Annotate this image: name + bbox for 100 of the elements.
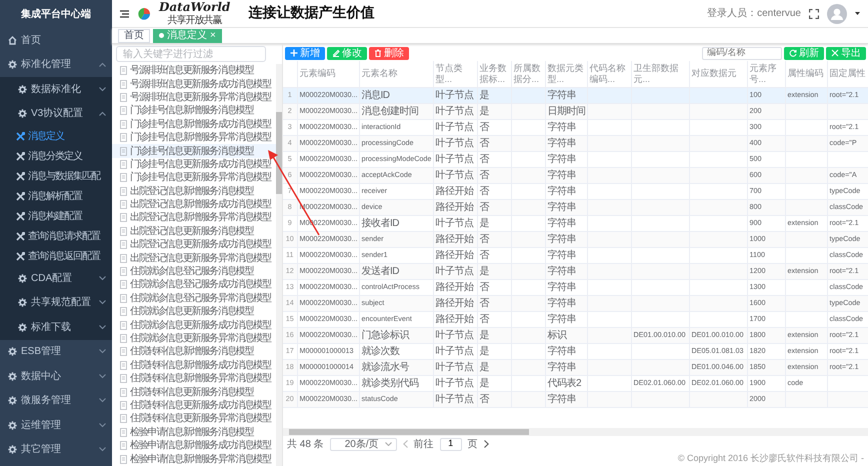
tree-item[interactable]: 住院转科信息更新服务异常消息模型 <box>112 412 276 426</box>
table-cell: 叶子节点 <box>433 375 477 391</box>
column-header[interactable]: 元素名称 <box>359 61 433 87</box>
column-header[interactable]: 元素序号... <box>747 61 785 87</box>
menu-item[interactable]: V3协议配置 <box>0 102 112 126</box>
document-icon <box>120 133 127 142</box>
column-header[interactable]: 对应数据元 <box>689 61 747 87</box>
logo-subtitle: 共享开放共赢 <box>168 16 222 26</box>
document-icon <box>120 200 127 210</box>
tree-item[interactable]: 门诊挂号信息更新服务异常消息模型 <box>112 171 276 185</box>
table-cell: 否 <box>477 311 511 327</box>
tree-item[interactable]: 检验申请信息新增服务消息模型 <box>112 426 276 439</box>
menu-item[interactable]: ESB管理 <box>0 340 112 364</box>
next-page-icon[interactable] <box>484 440 489 448</box>
logo-title: DataWorld <box>159 1 230 14</box>
tree-item[interactable]: 检验申请信息新增服务异常消息模型 <box>112 452 276 466</box>
column-header[interactable]: 所属数据分... <box>511 61 545 87</box>
tree-item[interactable]: 住院就诊信息更新服务消息模型 <box>112 305 276 318</box>
tree-item[interactable]: 门诊挂号信息更新服务消息模型 <box>112 144 276 158</box>
document-icon <box>120 254 127 263</box>
pencil-icon <box>332 49 340 57</box>
document-icon <box>120 267 127 276</box>
scrollbar[interactable] <box>276 64 282 466</box>
column-header[interactable]: 属性编码 <box>785 61 827 87</box>
tree-item[interactable]: 住院就诊信息登记服务消息模型 <box>112 264 276 278</box>
tree-item[interactable]: 住院就诊信息更新服务异常消息模型 <box>112 332 276 346</box>
tree-item[interactable]: 出院登记信息更新服务消息模型 <box>112 224 276 238</box>
table-cell: 否 <box>477 151 511 167</box>
previous-page-icon[interactable] <box>402 440 408 448</box>
tools-icon <box>16 232 25 240</box>
document-icon <box>120 320 127 330</box>
menu-item[interactable]: 消息与数据集匹配 <box>0 166 112 186</box>
tree-item[interactable]: 号源排班信息更新服务消息模型 <box>112 64 276 78</box>
menu-item[interactable]: 标准化管理 <box>0 52 112 77</box>
document-icon <box>120 400 127 410</box>
menu-item[interactable]: 消息解析配置 <box>0 186 112 206</box>
tree-item[interactable]: 号源排班信息更新服务异常消息模型 <box>112 90 276 104</box>
tree-item[interactable]: 住院就诊信息登记服务异常消息模型 <box>112 292 276 306</box>
table-cell: 否 <box>477 167 511 183</box>
tree-item[interactable]: 住院就诊信息登记服务成功消息模型 <box>112 278 276 292</box>
menu-item[interactable]: 首页 <box>0 28 112 52</box>
fullscreen-icon[interactable] <box>809 8 819 18</box>
add-button[interactable]: 新增 <box>285 46 325 60</box>
column-header[interactable]: 元素编码 <box>297 61 359 87</box>
column-header[interactable]: 卫生部数据元... <box>631 61 689 87</box>
search-field[interactable]: 输入关键字进行过滤 <box>116 46 266 62</box>
tree-item[interactable]: 住院转科信息更新服务消息模型 <box>112 385 276 399</box>
delete-button[interactable]: 删除 <box>369 46 409 60</box>
tree-item[interactable]: 检验申请信息新增服务成功消息模型 <box>112 438 276 452</box>
table-cell: 否 <box>477 391 511 407</box>
menu-item[interactable]: 数据中心 <box>0 364 112 388</box>
scrollbar[interactable] <box>283 428 868 436</box>
tree-item[interactable]: 出院登记信息更新服务异常消息模型 <box>112 251 276 265</box>
menu-item[interactable]: 消息构建配置 <box>0 206 112 226</box>
tree-item[interactable]: 出院登记信息更新服务成功消息模型 <box>112 238 276 252</box>
menu-item[interactable]: 其它管理 <box>0 438 112 462</box>
avatar-icon[interactable] <box>827 4 847 24</box>
column-header[interactable]: 数据元类型... <box>545 61 587 87</box>
tab[interactable]: 首页 <box>118 28 150 42</box>
tree-item[interactable]: 住院就诊信息更新服务成功消息模型 <box>112 318 276 332</box>
tree-item[interactable]: 出院登记信息新增服务异常消息模型 <box>112 211 276 225</box>
menu-item[interactable]: 查询消息请求配置 <box>0 226 112 246</box>
tools-icon <box>16 172 25 180</box>
gear-icon <box>8 372 17 381</box>
document-icon <box>120 213 127 222</box>
menu-item[interactable]: 运维管理 <box>0 413 112 438</box>
page-size-select[interactable]: 20条/页 <box>330 438 397 450</box>
menu-item[interactable]: 标准下载 <box>0 315 112 340</box>
tree-item[interactable]: 住院转科信息新增服务成功消息模型 <box>112 358 276 372</box>
copyright: © Copyright 2016 长沙廖氏软件科技有限公司 - <box>678 452 864 466</box>
document-icon <box>120 146 127 156</box>
table-cell: 否 <box>477 247 511 263</box>
tree-item[interactable]: 门诊挂号信息新增服务成功消息模型 <box>112 118 276 131</box>
document-icon <box>120 428 127 437</box>
tree-item[interactable]: 出院登记信息新增服务消息模型 <box>112 184 276 198</box>
menu-item[interactable]: 微服务管理 <box>0 388 112 413</box>
page-input[interactable]: 1 <box>440 438 462 450</box>
document-icon <box>120 294 127 303</box>
column-header[interactable]: 代码名称编码... <box>587 61 631 87</box>
tree-item[interactable]: 号源排班信息更新服务成功消息模型 <box>112 77 276 91</box>
tree-item[interactable]: 门诊挂号信息新增服务异常消息模型 <box>112 130 276 144</box>
tree-item[interactable]: 门诊挂号信息更新服务成功消息模型 <box>112 158 276 172</box>
gear-icon <box>8 396 17 406</box>
tree-item[interactable]: 住院转科信息新增服务异常消息模型 <box>112 372 276 386</box>
column-header[interactable]: 节点类型... <box>433 61 477 87</box>
table-cell: 否 <box>477 119 511 135</box>
tree-item[interactable]: 住院转科信息新增服务消息模型 <box>112 345 276 359</box>
table-cell: 否 <box>477 135 511 151</box>
menu-item[interactable]: 数据标准化 <box>0 77 112 102</box>
table-cell: 是 <box>477 327 511 343</box>
menu-item[interactable]: CDA配置 <box>0 266 112 290</box>
tree-item[interactable]: 门诊挂号信息新增服务消息模型 <box>112 104 276 118</box>
search-field[interactable]: 编码/名称 <box>702 46 782 60</box>
menu-item[interactable]: 查询消息返回配置 <box>0 246 112 266</box>
menu-item[interactable]: 消息分类定义 <box>0 146 112 166</box>
menu-item[interactable]: 共享规范配置 <box>0 290 112 315</box>
tree-item[interactable]: 住院转科信息更新服务成功消息模型 <box>112 398 276 412</box>
menu-item[interactable]: 消息定义 <box>0 126 112 146</box>
tree-item[interactable]: 出院登记信息新增服务成功消息模型 <box>112 198 276 212</box>
table-cell: 叶子节点 <box>433 327 477 343</box>
